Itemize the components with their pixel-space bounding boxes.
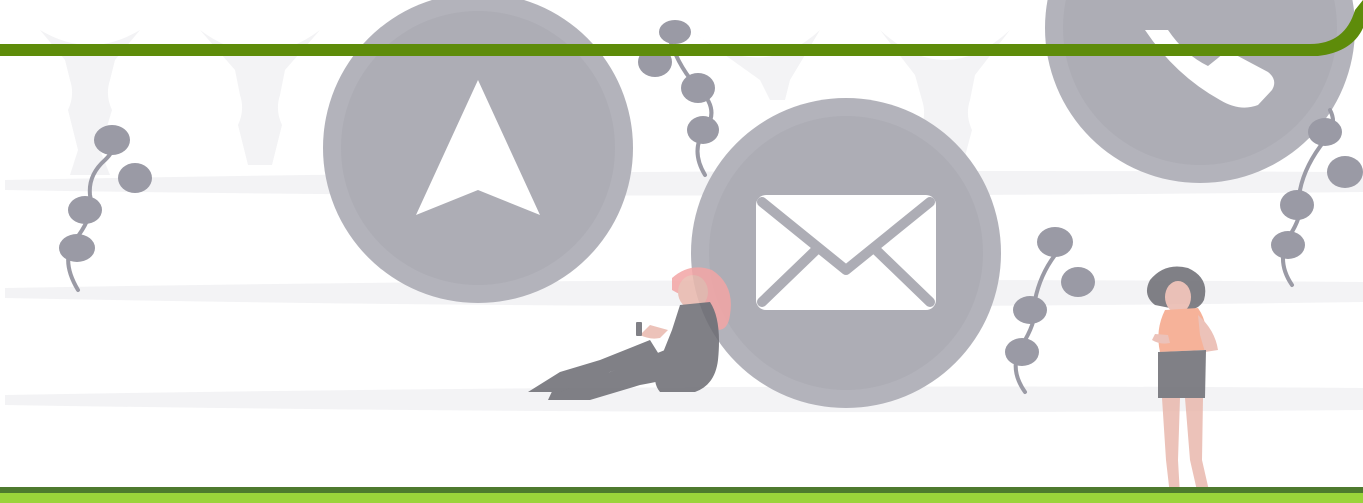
contact-banner-illustration [0, 0, 1363, 503]
vine-icon [638, 20, 719, 177]
illustration-canvas [0, 0, 1363, 503]
mail-envelope-icon [756, 195, 936, 310]
vine-icon [59, 125, 152, 292]
mail-circle [691, 98, 1001, 408]
bottom-accent-lines [0, 487, 1363, 503]
vine-icon [1005, 227, 1095, 394]
phone-circle [1045, 0, 1355, 183]
